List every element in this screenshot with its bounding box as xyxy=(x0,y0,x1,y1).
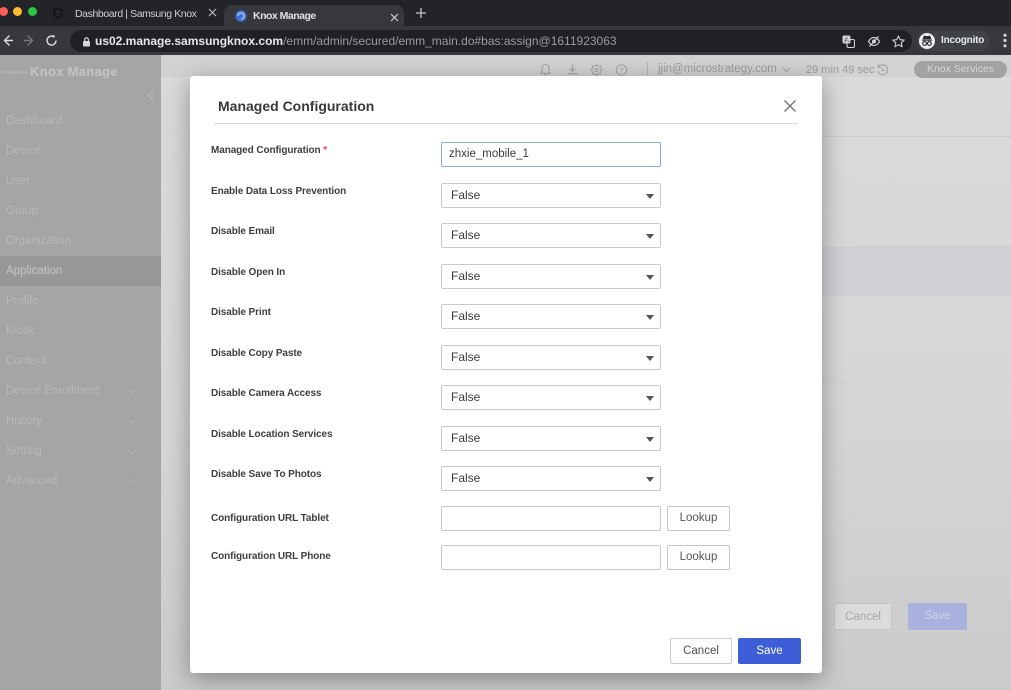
svg-text:?: ? xyxy=(619,66,623,75)
